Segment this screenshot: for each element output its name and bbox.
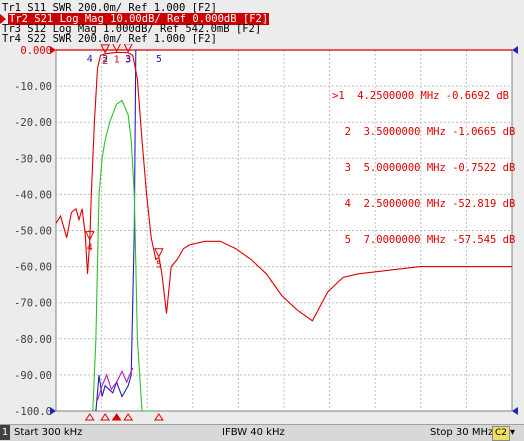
stop-frequency[interactable]: Stop 30 MHz <box>430 425 493 440</box>
marker-label: 4 <box>87 243 93 254</box>
stimulus-marker-icon <box>111 413 122 421</box>
reference-marker-left-icon <box>50 46 56 54</box>
marker-row: 5 7.0000000 MHz -57.545 dB <box>332 234 516 246</box>
marker-row: 4 2.5000000 MHz -52.819 dB <box>332 198 516 210</box>
channel-indicator[interactable]: 1 <box>0 425 10 440</box>
marker-row: 2 3.5000000 MHz -1.0665 dB <box>332 126 516 138</box>
top-marker-label: 4 <box>87 54 93 65</box>
y-tick-label: -70.00 <box>14 298 52 310</box>
bottom-marker-right-icon <box>512 407 518 415</box>
y-tick-label: -10.00 <box>14 81 52 93</box>
marker-label: 1 <box>114 54 120 65</box>
ifbw-setting[interactable]: IFBW 40 kHz <box>222 425 285 440</box>
y-tick-label: -80.00 <box>14 334 52 346</box>
marker-table: >1 4.2500000 MHz -0.6692 dB 2 3.5000000 … <box>332 66 515 258</box>
y-tick-label: -30.00 <box>14 153 52 165</box>
stimulus-marker-icon <box>153 413 164 421</box>
y-tick-label: -50.00 <box>14 226 52 238</box>
stimulus-marker-icon <box>123 413 134 421</box>
top-marker-label: 3 <box>125 54 131 65</box>
top-marker-label: 2 <box>102 54 108 65</box>
stimulus-marker-icon <box>100 413 111 421</box>
y-tick-label: 0.000 <box>20 45 52 57</box>
top-marker-label: 5 <box>156 54 162 65</box>
marker-row: 3 5.0000000 MHz -0.7522 dB <box>332 162 516 174</box>
marker-label: 5 <box>156 260 162 271</box>
y-tick-label: -40.00 <box>14 189 52 201</box>
start-frequency[interactable]: Start 300 kHz <box>14 425 82 440</box>
status-menu-icon[interactable]: ▾ <box>510 425 515 440</box>
trace-header: Tr1 S11 SWR 200.0m/ Ref 1.000 [F2] Tr2 S… <box>0 0 524 45</box>
y-tick-label: -20.00 <box>14 117 52 129</box>
correction-badge[interactable]: C2 <box>492 426 511 441</box>
y-tick-label: -100.0 <box>14 406 52 418</box>
y-tick-label: -90.00 <box>14 370 52 382</box>
marker-1: 1 <box>112 44 121 65</box>
reference-marker-right-icon <box>512 46 518 54</box>
y-tick-label: -60.00 <box>14 262 52 274</box>
bottom-marker-left-icon <box>50 407 56 415</box>
status-bar: 1 Start 300 kHz IFBW 40 kHz Stop 30 MHz … <box>0 424 524 441</box>
marker-row: >1 4.2500000 MHz -0.6692 dB <box>332 90 510 102</box>
stimulus-marker-icon <box>84 413 95 421</box>
